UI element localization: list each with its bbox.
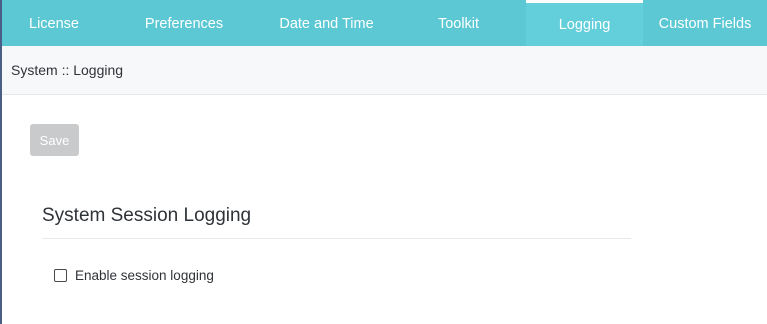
breadcrumb: System :: Logging: [2, 46, 767, 95]
top-navigation: License Preferences Date and Time Toolki…: [2, 0, 767, 46]
tab-preferences[interactable]: Preferences: [106, 0, 262, 46]
tab-custom-fields[interactable]: Custom Fields: [643, 0, 767, 46]
enable-session-logging-label[interactable]: Enable session logging: [75, 268, 214, 283]
tab-toolkit[interactable]: Toolkit: [391, 0, 526, 46]
tab-date-and-time[interactable]: Date and Time: [262, 0, 391, 46]
tab-license[interactable]: License: [2, 0, 106, 46]
breadcrumb-text: System :: Logging: [11, 62, 124, 78]
section-divider: [42, 238, 631, 239]
enable-session-logging-checkbox[interactable]: [54, 269, 67, 282]
app-window: License Preferences Date and Time Toolki…: [0, 0, 767, 324]
section-title: System Session Logging: [42, 205, 252, 226]
session-logging-option[interactable]: Enable session logging: [54, 268, 214, 283]
tab-logging[interactable]: Logging: [526, 0, 643, 46]
save-button[interactable]: Save: [30, 124, 79, 156]
